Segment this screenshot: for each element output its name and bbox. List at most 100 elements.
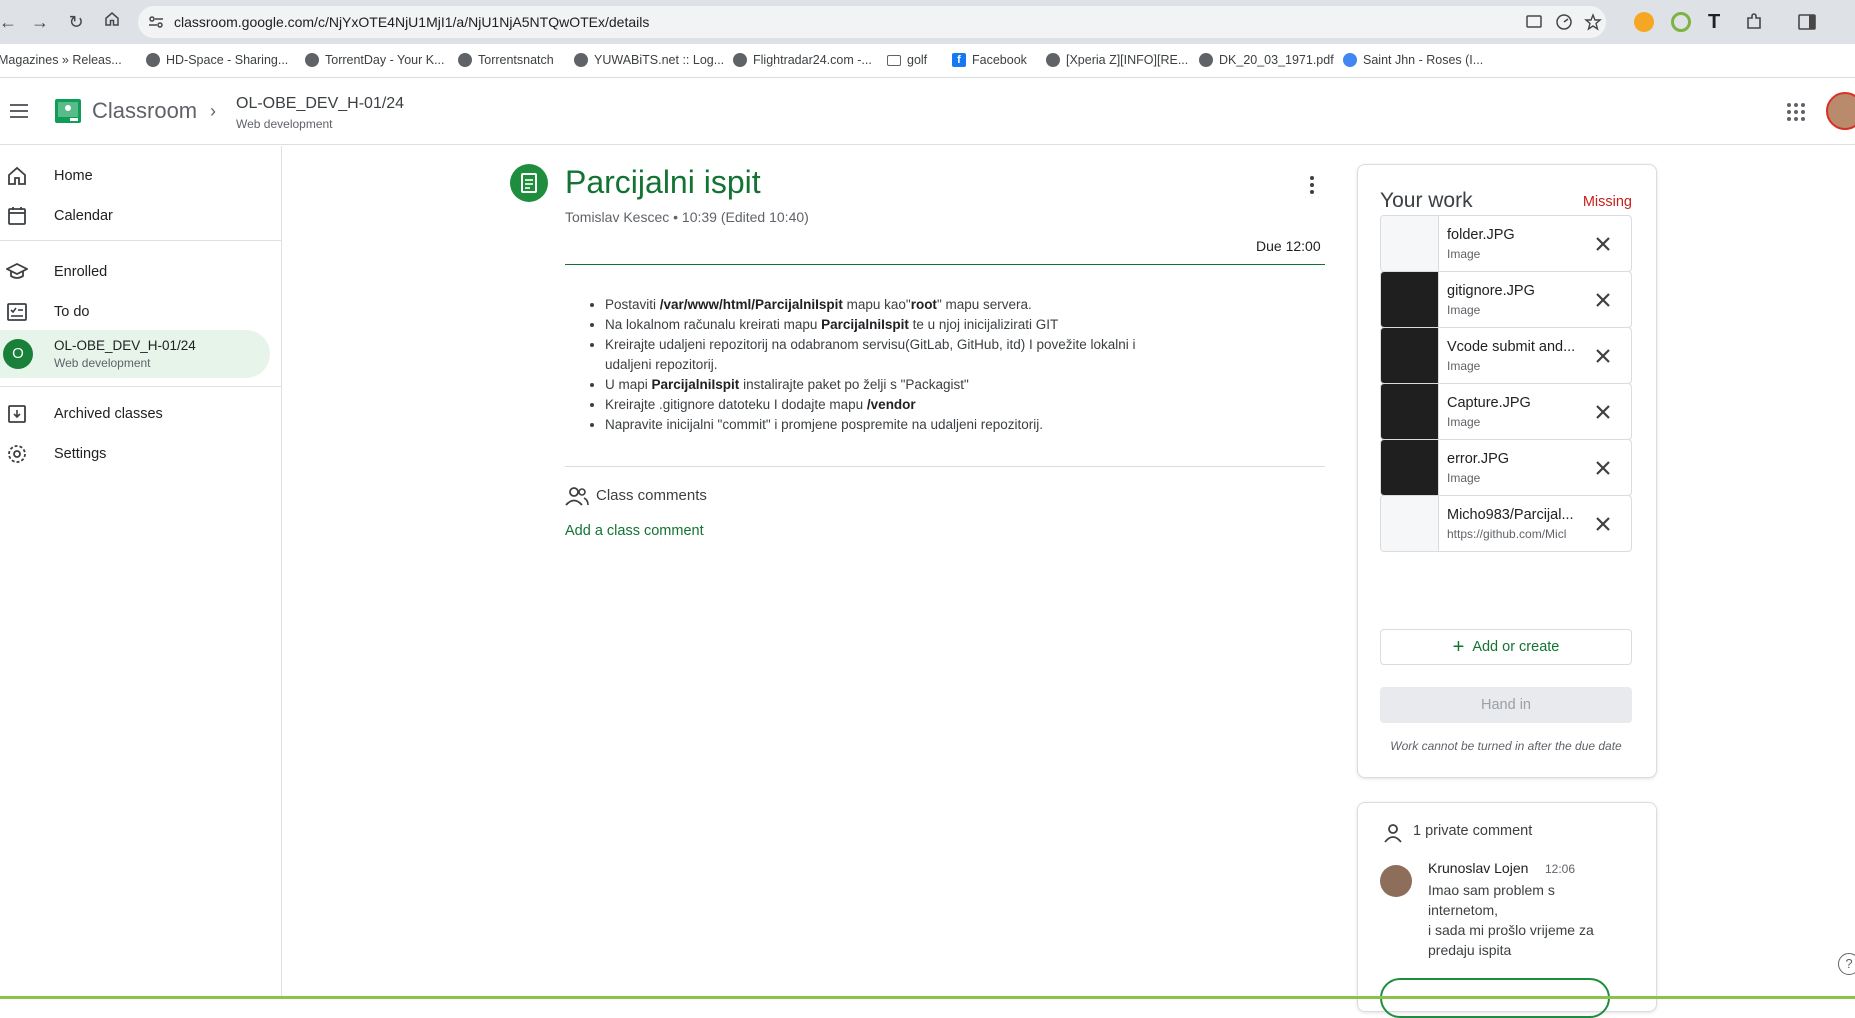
close-icon[interactable]: [1593, 402, 1613, 422]
bookmark-label: Facebook: [972, 53, 1027, 67]
side-panel-icon[interactable]: [1797, 12, 1817, 32]
bookmark-folder[interactable]: golf: [887, 53, 927, 67]
site-icon: [305, 53, 319, 67]
attachment-thumbnail[interactable]: [1381, 216, 1439, 271]
assignment-title: Parcijalni ispit: [565, 164, 761, 200]
checklist-icon: [7, 303, 27, 321]
attachment-thumbnail[interactable]: [1381, 496, 1439, 551]
app-header: Classroom › OL-OBE_DEV_H-01/24 Web devel…: [0, 79, 1855, 145]
plus-icon: +: [1452, 636, 1465, 658]
sidebar-divider: [0, 386, 282, 387]
attachment-thumbnail[interactable]: [1381, 272, 1439, 327]
attachment-type: Image: [1447, 415, 1481, 429]
instruction-text: Na lokalnom računalu kreirati mapu: [605, 317, 822, 332]
google-apps-icon[interactable]: [1785, 101, 1807, 123]
site-icon: [146, 53, 160, 67]
sidebar-item-label: Home: [54, 168, 93, 184]
site-settings-icon[interactable]: [148, 14, 164, 30]
comment-text: Imao sam problem s internetom, i sada mi…: [1428, 882, 1594, 958]
cast-icon[interactable]: [1525, 13, 1543, 31]
bookmark-item[interactable]: YUWABiTS.net :: Log...: [574, 53, 724, 67]
attachment-thumbnail[interactable]: [1381, 384, 1439, 439]
attachment-item[interactable]: Vcode submit and... Image: [1380, 327, 1632, 384]
attachment-item[interactable]: error.JPG Image: [1380, 439, 1632, 496]
close-icon[interactable]: [1593, 458, 1613, 478]
class-comments-label: Class comments: [596, 487, 707, 504]
extensions-puzzle-icon[interactable]: [1744, 12, 1764, 32]
sidebar-item-settings[interactable]: Settings: [0, 430, 270, 478]
your-work-card: Your work Missing folder.JPG Image gitigno…: [1357, 164, 1657, 778]
sidebar-item-label: Settings: [54, 446, 107, 462]
add-class-comment-link[interactable]: Add a class comment: [565, 523, 704, 539]
avatar: [1380, 865, 1412, 897]
bookmark-item[interactable]: TorrentDay - Your K...: [305, 53, 445, 67]
instruction-item: Kreirajte .gitignore datoteku I dodajte …: [605, 395, 1185, 415]
title-divider: [565, 264, 1325, 265]
address-bar[interactable]: classroom.google.com/c/NjYxOTE4NjU1MjI1/…: [138, 6, 1606, 38]
bookmark-item[interactable]: Flightradar24.com -...: [733, 53, 872, 67]
sidebar: Home Calendar Enrolled To do O OL-OBE_DE…: [0, 146, 282, 999]
site-icon: [458, 53, 472, 67]
more-vert-icon[interactable]: [1302, 174, 1322, 196]
close-icon[interactable]: [1593, 514, 1613, 534]
site-icon: [574, 53, 588, 67]
close-icon[interactable]: [1593, 234, 1613, 254]
bookmark-star-icon[interactable]: [1584, 13, 1602, 31]
instruction-text: U mapi: [605, 377, 652, 392]
main-menu-icon[interactable]: [8, 100, 30, 122]
private-comments-title: 1 private comment: [1413, 823, 1533, 839]
bookmark-item[interactable]: [Xperia Z][INFO][RE...: [1046, 53, 1188, 67]
bookmark-item[interactable]: Torrentsnatch: [458, 53, 554, 67]
close-icon[interactable]: [1593, 346, 1613, 366]
bookmark-item[interactable]: f Facebook: [952, 53, 1027, 67]
app-title[interactable]: Classroom: [92, 98, 197, 124]
hand-in-button[interactable]: Hand in: [1380, 687, 1632, 723]
back-arrow-icon[interactable]: ←: [0, 10, 20, 34]
instruction-item: Postaviti /var/www/html/ParcijalniIspit …: [605, 295, 1185, 315]
attachment-type: Image: [1447, 359, 1481, 373]
sidebar-item-todo[interactable]: To do: [0, 288, 270, 336]
attachment-name: gitignore.JPG: [1447, 283, 1535, 299]
help-icon[interactable]: ?: [1838, 953, 1855, 975]
attachment-item[interactable]: Micho983/Parcijal... https://github.com/M…: [1380, 495, 1632, 552]
close-icon[interactable]: [1593, 290, 1613, 310]
bookmark-item[interactable]: Magazines » Releas...: [0, 53, 122, 67]
bookmark-item[interactable]: Saint Jhn - Roses (I...: [1343, 53, 1483, 67]
school-icon: [6, 262, 28, 279]
bookmark-label: [Xperia Z][INFO][RE...: [1066, 53, 1189, 67]
sidebar-item-calendar[interactable]: Calendar: [0, 192, 270, 240]
performance-icon[interactable]: [1555, 13, 1573, 31]
attachment-item[interactable]: Capture.JPG Image: [1380, 383, 1632, 440]
bookmark-item[interactable]: DK_20_03_1971.pdf: [1199, 53, 1334, 67]
bookmark-item[interactable]: HD-Space - Sharing...: [146, 53, 288, 67]
class-title[interactable]: OL-OBE_DEV_H-01/24: [236, 95, 404, 113]
sidebar-class-title: OL-OBE_DEV_H-01/24: [54, 338, 196, 353]
attachment-thumbnail[interactable]: [1381, 328, 1439, 383]
text-extension-icon[interactable]: T: [1708, 12, 1728, 32]
add-or-create-button[interactable]: + Add or create: [1380, 629, 1632, 665]
home-icon: [8, 166, 26, 185]
instruction-item: Kreirajte udaljeni repozitorij na odabra…: [605, 335, 1185, 375]
instruction-text: Kreirajte udaljeni repozitorij na odabra…: [605, 337, 1136, 372]
archive-icon: [8, 405, 26, 423]
attachment-item[interactable]: folder.JPG Image: [1380, 215, 1632, 272]
home-icon[interactable]: [100, 10, 124, 34]
instruction-bold-text: /vendor: [866, 397, 916, 412]
assignment-meta: Tomislav Kescec • 10:39 (Edited 10:40): [565, 209, 809, 225]
attachment-thumbnail[interactable]: [1381, 440, 1439, 495]
site-icon: [1199, 53, 1213, 67]
attachment-type: Image: [1447, 247, 1481, 261]
url-text[interactable]: classroom.google.com/c/NjYxOTE4NjU1MjI1/…: [174, 14, 649, 30]
forward-arrow-icon[interactable]: →: [28, 10, 52, 34]
instruction-bold-text: /var/www/html/ParcijalniIspit: [659, 297, 843, 312]
classroom-logo-icon[interactable]: [55, 99, 81, 123]
attachment-type: Image: [1447, 471, 1481, 485]
account-avatar[interactable]: [1826, 92, 1855, 130]
gear-extension-icon[interactable]: [1671, 12, 1691, 32]
attachment-item[interactable]: gitignore.JPG Image: [1380, 271, 1632, 328]
calendar-icon: [8, 207, 26, 225]
sidebar-item-label: Calendar: [54, 208, 113, 224]
reload-icon[interactable]: ↻: [64, 10, 88, 34]
cookie-extension-icon[interactable]: [1634, 12, 1654, 32]
sidebar-item-class[interactable]: O OL-OBE_DEV_H-01/24 Web development: [0, 330, 270, 378]
